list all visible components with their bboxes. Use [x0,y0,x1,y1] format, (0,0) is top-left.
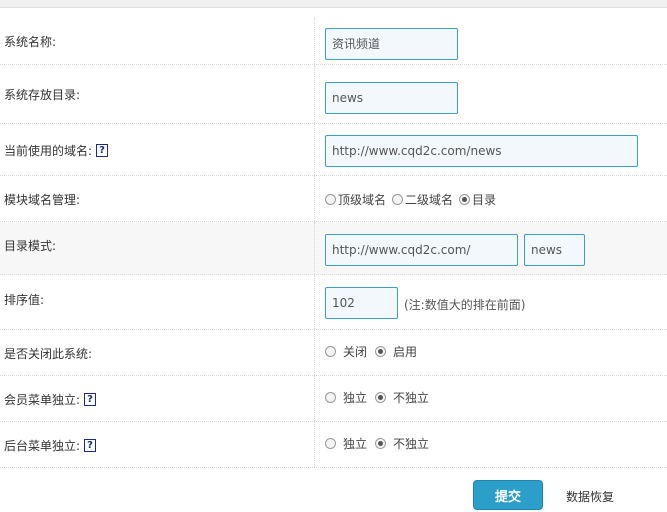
help-icon[interactable]: ? [84,438,97,452]
dir-mode-dir-input[interactable]: news [524,234,585,266]
row-system-name: 系统名称: 资讯频道 [0,18,667,65]
divider [314,65,315,123]
radio-option-independent[interactable]: 独立 [325,389,367,406]
divider [314,222,315,274]
radio-icon[interactable] [325,391,336,403]
radio-option-top-domain[interactable]: 顶级域名 [325,191,386,208]
member-menu-label: 会员菜单独立: ? [4,376,97,422]
row-domain-mgmt: 模块域名管理: 顶级域名 二级域名 目录 [0,176,667,222]
row-member-menu: 会员菜单独立: ? 独立 不独立 [0,376,667,422]
domain-mgmt-label: 模块域名管理: [4,192,81,207]
sort-note: (注:数值大的排在前面) [404,298,526,312]
radio-selected-icon[interactable] [375,437,387,449]
row-close-system: 是否关闭此系统: 关闭 启用 [0,330,667,376]
domain-mgmt-radio-group: 顶级域名 二级域名 目录 [325,176,496,222]
sort-input[interactable]: 102 [325,287,398,319]
dir-mode-base-input[interactable]: http://www.cqd2c.com/ [325,234,518,266]
divider [314,124,315,175]
divider [314,176,315,221]
row-directory: 系统存放目录: news [0,65,667,124]
member-menu-radio-group: 独立 不独立 [325,376,429,418]
row-domain: 当前使用的域名: ? http://www.cqd2c.com/news [0,124,667,176]
submit-button[interactable]: 提交 [473,480,543,510]
radio-option-enable[interactable]: 启用 [375,343,417,360]
divider [314,376,315,421]
domain-input[interactable]: http://www.cqd2c.com/news [325,135,638,167]
system-name-input[interactable]: 资讯频道 [325,28,458,60]
divider [314,422,315,467]
close-system-label: 是否关闭此系统: [4,346,93,361]
radio-selected-icon[interactable] [375,391,387,403]
radio-selected-icon[interactable] [459,193,471,205]
row-admin-menu: 后台菜单独立: ? 独立 不独立 [0,422,667,468]
radio-icon[interactable] [392,193,404,205]
domain-label: 当前使用的域名: ? [4,124,109,176]
divider [314,18,315,64]
directory-label: 系统存放目录: [4,88,81,102]
radio-option-directory[interactable]: 目录 [459,191,496,208]
directory-input[interactable]: news [325,82,458,114]
radio-icon[interactable] [325,345,336,357]
dir-mode-label: 目录模式: [4,239,57,253]
radio-selected-icon[interactable] [375,345,387,357]
radio-icon[interactable] [325,437,336,449]
radio-option-not-independent[interactable]: 不独立 [375,389,429,406]
admin-menu-radio-group: 独立 不独立 [325,422,429,464]
top-bar [0,0,667,8]
admin-menu-label: 后台菜单独立: ? [4,422,97,468]
radio-option-sub-domain[interactable]: 二级域名 [392,191,453,208]
radio-option-independent[interactable]: 独立 [325,435,367,452]
radio-option-not-independent[interactable]: 不独立 [375,435,429,452]
divider [314,275,315,329]
radio-option-close[interactable]: 关闭 [325,343,367,360]
divider [314,330,315,375]
row-sort: 排序值: 102 (注:数值大的排在前面) [0,275,667,330]
radio-icon[interactable] [325,193,336,205]
close-system-radio-group: 关闭 启用 [325,330,417,372]
restore-data-link[interactable]: 数据恢复 [566,488,614,505]
help-icon[interactable]: ? [84,392,97,406]
help-icon[interactable]: ? [96,143,109,157]
system-name-label: 系统名称: [4,35,57,49]
row-dir-mode: 目录模式: http://www.cqd2c.com/ news [0,222,667,275]
sort-label: 排序值: [4,292,45,307]
